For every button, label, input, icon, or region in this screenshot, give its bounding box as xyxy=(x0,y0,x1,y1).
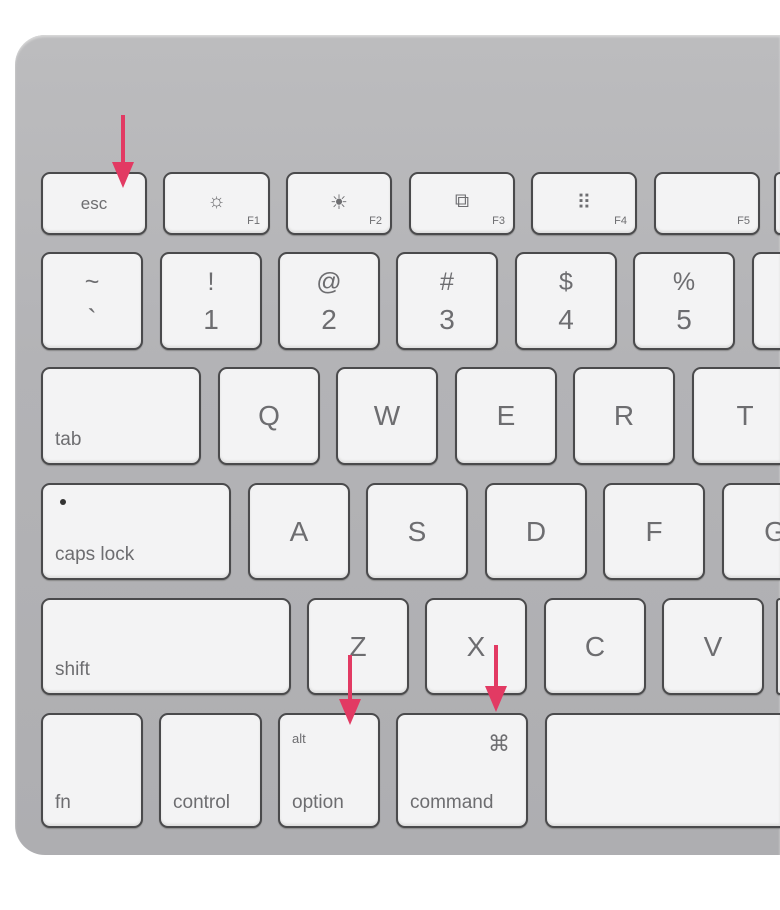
key-label: caps lock xyxy=(55,544,135,565)
key-shift-symbol: % xyxy=(672,268,696,296)
key-digit: 4 xyxy=(558,304,574,335)
key-digit: 3 xyxy=(439,304,455,335)
key-4[interactable]: $4 xyxy=(515,252,617,350)
key-5[interactable]: % 5 xyxy=(633,252,735,350)
key-label: shift xyxy=(55,659,90,680)
key-digit: 2 xyxy=(321,304,337,335)
fn-label: F3 xyxy=(492,215,505,227)
fn-label: F1 xyxy=(247,215,260,227)
key-z[interactable]: Z xyxy=(307,598,409,695)
key-blank[interactable] xyxy=(752,252,780,350)
key-f2[interactable]: F2 ☀ xyxy=(286,172,392,235)
key-letter: F xyxy=(645,515,663,547)
dashboard-icon: ⠿ xyxy=(576,192,592,214)
command-icon: ⌘ xyxy=(488,731,510,756)
arrow-head-icon xyxy=(339,699,361,725)
key-letter: Z xyxy=(349,630,367,662)
key-letter: A xyxy=(289,515,309,547)
key-f1[interactable]: F1 ☼ xyxy=(163,172,270,235)
key-a[interactable]: A xyxy=(248,483,350,580)
key-label: option xyxy=(292,792,344,813)
key-blank[interactable] xyxy=(776,598,780,695)
key-letter: R xyxy=(613,400,635,431)
key-w[interactable]: W xyxy=(336,367,438,465)
key-symbol[interactable]: ~ ` xyxy=(41,252,143,350)
key-3[interactable]: #3 xyxy=(396,252,498,350)
key-f3[interactable]: F3 ⧉ xyxy=(409,172,515,235)
brightness-up-icon: ☀ xyxy=(330,192,348,214)
key-shift-symbol: $ xyxy=(559,268,573,296)
alt-label: alt xyxy=(292,731,306,746)
key-shift-symbol: @ xyxy=(316,268,342,296)
key-label: esc xyxy=(80,194,108,213)
key-digit: ` xyxy=(87,304,97,335)
key-label: control xyxy=(173,792,231,813)
key-label: command xyxy=(410,792,494,813)
key-tab[interactable]: tab xyxy=(41,367,201,465)
key-f4[interactable]: F4 ⠿ xyxy=(531,172,637,235)
key-letter: C xyxy=(584,630,606,662)
key-option[interactable]: option alt xyxy=(278,713,380,828)
key-q[interactable]: Q xyxy=(218,367,320,465)
key-x[interactable]: X xyxy=(425,598,527,695)
key-label: fn xyxy=(55,792,71,813)
key-r[interactable]: R xyxy=(573,367,675,465)
key-blank[interactable] xyxy=(545,713,780,828)
key-letter: Q xyxy=(258,400,280,431)
arrow-shaft xyxy=(494,645,498,692)
key-shift-symbol: ! xyxy=(207,268,215,296)
key-letter: T xyxy=(736,400,754,431)
key-s[interactable]: S xyxy=(366,483,468,580)
key-t[interactable]: T xyxy=(692,367,780,465)
key-digit: 5 xyxy=(676,304,692,335)
key-letter: W xyxy=(373,400,401,431)
key-letter: X xyxy=(466,630,486,662)
key-f5[interactable]: F5 xyxy=(654,172,760,235)
key-g[interactable]: G xyxy=(722,483,780,580)
key-shift-symbol: # xyxy=(440,268,454,296)
key-1[interactable]: ! 1 xyxy=(160,252,262,350)
key-v[interactable]: V xyxy=(662,598,764,695)
key-2[interactable]: @2 xyxy=(278,252,380,350)
key-command[interactable]: command ⌘ xyxy=(396,713,528,828)
brightness-down-icon: ☼ xyxy=(207,190,226,212)
key-fn[interactable]: fn xyxy=(41,713,143,828)
key-label: tab xyxy=(55,429,82,450)
key-d[interactable]: D xyxy=(485,483,587,580)
arrow-shaft xyxy=(121,115,125,168)
fn-label: F2 xyxy=(369,215,382,227)
fn-label: F4 xyxy=(614,215,627,227)
key-e[interactable]: E xyxy=(455,367,557,465)
caps-lock-indicator xyxy=(60,499,66,505)
key-letter: G xyxy=(764,515,780,547)
key-letter: D xyxy=(525,515,547,547)
key-control[interactable]: control xyxy=(159,713,262,828)
key-blank[interactable] xyxy=(774,172,780,235)
key-f[interactable]: F xyxy=(603,483,705,580)
mission-control-icon: ⧉ xyxy=(454,190,470,212)
key-digit: 1 xyxy=(203,304,219,335)
fn-label: F5 xyxy=(737,215,750,227)
arrow-head-icon xyxy=(485,686,507,712)
key-caps-lock[interactable]: caps lock xyxy=(41,483,231,580)
key-c[interactable]: C xyxy=(544,598,646,695)
key-letter: E xyxy=(496,400,516,431)
arrow-shaft xyxy=(348,655,352,705)
arrow-head-icon xyxy=(112,162,134,188)
key-shift-symbol: ~ xyxy=(84,268,100,296)
key-letter: S xyxy=(407,515,427,547)
key-letter: V xyxy=(703,630,723,662)
key-shift[interactable]: shift xyxy=(41,598,291,695)
